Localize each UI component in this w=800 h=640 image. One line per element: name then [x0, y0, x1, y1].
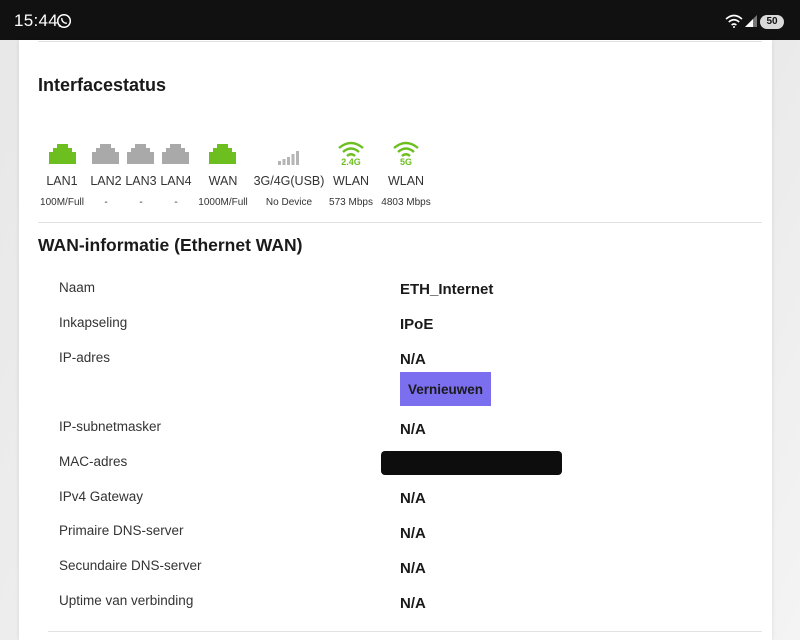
value-ipv4-gateway: N/A: [400, 490, 426, 507]
value-inkapseling: IPoE: [400, 316, 434, 333]
port-status-wan: 1000M/Full: [198, 197, 248, 208]
value-uptime: N/A: [400, 595, 426, 612]
cellular-signal-icon: [278, 151, 299, 165]
port-label-lan2: LAN2: [90, 174, 122, 188]
signal-strength-icon: [745, 15, 757, 27]
label-mac-adres: MAC-adres: [59, 454, 128, 469]
port-status-lan1: 100M/Full: [40, 197, 84, 208]
wan-info-title: WAN-informatie (Ethernet WAN): [38, 235, 303, 255]
ethernet-port-icon: [49, 144, 76, 164]
whatsapp-icon: [56, 13, 72, 29]
label-inkapseling: Inkapseling: [59, 315, 128, 330]
wifi-5g-icon: 5G: [392, 140, 420, 168]
clock: 15:44: [14, 11, 59, 30]
wifi-2-4g-icon: 2.4G: [337, 140, 365, 168]
port-status-wlan-5g: 4803 Mbps: [381, 197, 431, 208]
label-naam: Naam: [59, 280, 96, 295]
ethernet-port-icon: [162, 144, 189, 164]
value-ip-adres: N/A: [400, 351, 426, 368]
ethernet-port-icon: [209, 144, 236, 164]
top-divider: [38, 41, 762, 42]
port-label-wan: WAN: [208, 174, 238, 188]
value-secundaire-dns: N/A: [400, 560, 426, 577]
wifi-icon: [338, 141, 364, 157]
label-primaire-dns: Primaire DNS-server: [59, 523, 184, 538]
port-label-lan1: LAN1: [46, 174, 78, 188]
bottom-divider: [48, 631, 762, 632]
port-status-lan3: -: [139, 197, 143, 208]
label-ip-adres: IP-adres: [59, 350, 111, 365]
renew-button[interactable]: Vernieuwen: [400, 372, 491, 406]
port-label-lan4: LAN4: [160, 174, 192, 188]
wifi-band-label: 5G: [399, 157, 412, 167]
wifi-status-icon: [725, 14, 743, 28]
wifi-icon: [393, 141, 419, 157]
port-status-lan4: -: [174, 197, 178, 208]
ethernet-port-icon: [127, 144, 154, 164]
label-uptime: Uptime van verbinding: [59, 593, 194, 608]
ethernet-port-icon: [92, 144, 119, 164]
port-label-wlan-5g: WLAN: [387, 174, 425, 188]
value-primaire-dns: N/A: [400, 525, 426, 542]
port-status-usb: No Device: [265, 197, 313, 208]
content-card: Interfacestatus 2.4G 5G LAN1 LAN2 LAN3 L…: [19, 40, 772, 640]
port-label-lan3: LAN3: [125, 174, 157, 188]
port-status-wlan-2-4g: 573 Mbps: [329, 197, 373, 208]
battery-indicator: 50: [760, 15, 784, 29]
port-label-wlan-2-4g: WLAN: [332, 174, 370, 188]
section-divider: [38, 222, 762, 223]
label-secundaire-dns: Secundaire DNS-server: [59, 558, 202, 573]
value-ip-subnetmasker: N/A: [400, 421, 426, 438]
port-status-lan2: -: [104, 197, 108, 208]
label-ipv4-gateway: IPv4 Gateway: [59, 489, 144, 504]
wifi-band-label: 2.4G: [341, 157, 361, 167]
redacted-mac-address: [381, 451, 562, 475]
value-naam: ETH_Internet: [400, 281, 494, 298]
label-ip-subnetmasker: IP-subnetmasker: [59, 419, 162, 434]
port-label-usb: 3G/4G(USB): [253, 174, 325, 188]
interface-status-title: Interfacestatus: [38, 75, 167, 95]
status-bar: 15:44 50: [0, 0, 800, 40]
